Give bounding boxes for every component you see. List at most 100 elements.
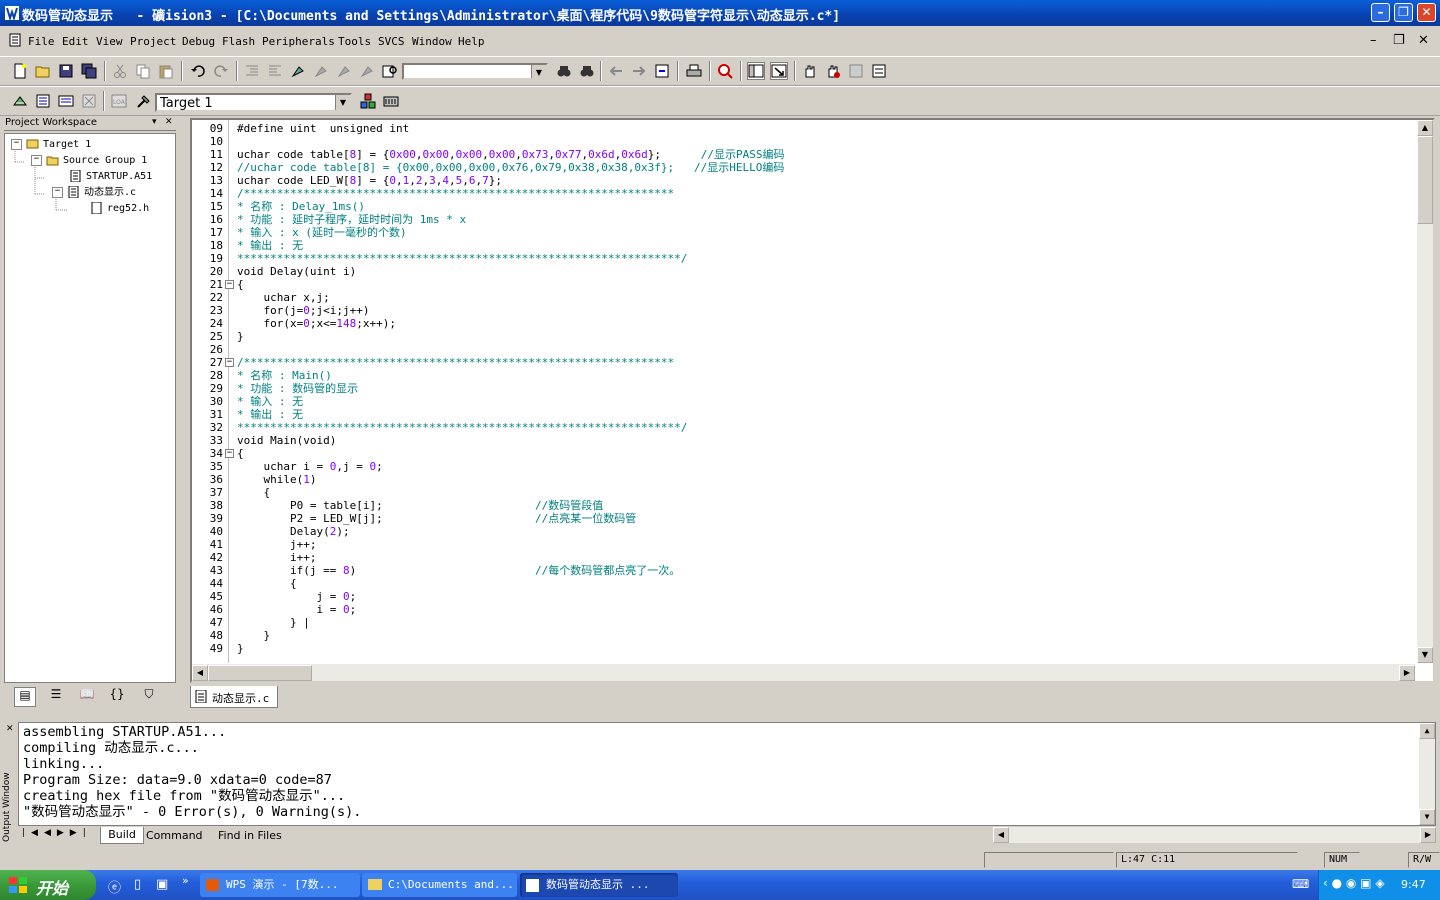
code-line[interactable]: 22 uchar x,j; <box>192 291 1412 304</box>
task-wps[interactable]: WPS 演示 - [7数... <box>200 873 360 897</box>
scroll-up-icon[interactable]: ▲ <box>1417 120 1433 136</box>
download-icon[interactable]: LOAD <box>111 93 127 109</box>
menu-edit[interactable]: Edit <box>62 35 89 48</box>
restore-button[interactable]: ❐ <box>1394 3 1413 22</box>
code-line[interactable]: 42 i++; <box>192 551 1412 564</box>
start-button[interactable]: 开始 <box>0 870 96 900</box>
code-line[interactable]: 27−/************************************… <box>192 356 1412 369</box>
tab-command[interactable]: Command <box>146 828 203 843</box>
code-line[interactable]: 34−{ <box>192 447 1412 460</box>
code-line[interactable]: 13 uchar code LED_W[8] = {0,1,2,3,4,5,6,7… <box>192 174 1412 187</box>
hand-run-icon[interactable] <box>825 63 841 79</box>
chevron-down-icon[interactable]: ▼ <box>531 65 546 78</box>
code-line[interactable]: 14 /*************************************… <box>192 187 1412 200</box>
code-line[interactable]: 46 i = 0; <box>192 603 1412 616</box>
find-icon[interactable] <box>556 63 572 79</box>
task-explorer[interactable]: C:\Documents and... <box>362 873 517 897</box>
bookmark-prev-icon[interactable] <box>336 63 352 79</box>
menu-file[interactable]: File <box>28 35 55 48</box>
pin-icon[interactable]: ▾ <box>152 117 157 127</box>
code-line[interactable]: 32 **************************************… <box>192 421 1412 434</box>
open-folder-icon[interactable] <box>35 63 51 79</box>
code-line[interactable]: 47 } | <box>192 616 1412 629</box>
fold-toggle-icon[interactable]: − <box>225 358 234 367</box>
indent-icon[interactable] <box>244 63 260 79</box>
code-line[interactable]: 25} <box>192 330 1412 343</box>
tree-item-source-group[interactable]: − Source Group 1 <box>31 154 147 168</box>
bookmark-clear-icon[interactable] <box>359 63 375 79</box>
target-select[interactable]: Target 1 ▼ <box>155 93 352 112</box>
cut-icon[interactable] <box>112 63 128 79</box>
horizontal-scroll-thumb[interactable] <box>208 665 312 681</box>
workspace-toggle-icon[interactable] <box>747 62 765 80</box>
output-horizontal-scrollbar[interactable]: ◀ ▶ <box>993 827 1436 843</box>
task-uvision[interactable]: 数码管动态显示 ... <box>520 873 678 897</box>
vertical-scrollbar[interactable]: ▲ ▼ <box>1417 120 1433 663</box>
unindent-icon[interactable] <box>267 63 283 79</box>
code-line[interactable]: 18 * 输出 : 无 <box>192 239 1412 252</box>
scroll-down-icon[interactable]: ▼ <box>1417 647 1433 663</box>
fold-toggle-icon[interactable]: − <box>225 449 234 458</box>
code-line[interactable]: 26 <box>192 343 1412 356</box>
back-arrow-icon[interactable] <box>608 63 624 79</box>
code-line[interactable]: 35 uchar i = 0,j = 0; <box>192 460 1412 473</box>
app-quicklaunch-icon[interactable]: ▣ <box>156 877 168 892</box>
menu-view[interactable]: View <box>96 35 123 48</box>
code-line[interactable]: 29 * 功能 : 数码管的显示 <box>192 382 1412 395</box>
doc-restore-button[interactable]: ❐ <box>1393 33 1405 48</box>
browse-icon[interactable] <box>654 63 670 79</box>
bookmark-next-icon[interactable] <box>313 63 329 79</box>
tab-build[interactable]: Build <box>100 827 144 844</box>
undo-icon[interactable] <box>190 63 206 79</box>
scroll-right-icon[interactable]: ▶ <box>1399 665 1415 681</box>
menu-help[interactable]: Help <box>458 35 485 48</box>
chevron-down-icon[interactable]: ▼ <box>335 95 350 110</box>
fold-toggle-icon[interactable]: − <box>225 280 234 289</box>
minimize-button[interactable]: – <box>1371 3 1390 22</box>
forward-arrow-icon[interactable] <box>631 63 647 79</box>
code-line[interactable]: 28 * 名称 : Main() <box>192 369 1412 382</box>
tree-toggle-icon[interactable]: − <box>11 138 22 150</box>
workspace-close-icon[interactable]: ✕ <box>165 117 173 127</box>
code-line[interactable]: 17 * 输入 : x (延时一毫秒的个数) <box>192 226 1412 239</box>
manage-books-icon[interactable] <box>383 93 399 109</box>
build-target-icon[interactable] <box>35 93 51 109</box>
menu-svcs[interactable]: SVCS <box>378 35 405 48</box>
horizontal-scrollbar[interactable]: ◀ ▶ <box>192 664 1415 681</box>
doc-close-button[interactable]: ✕ <box>1418 33 1429 48</box>
output-window-toggle-icon[interactable] <box>770 62 788 80</box>
find-in-files-icon[interactable] <box>382 63 398 79</box>
close-button[interactable]: ✕ <box>1417 3 1436 22</box>
code-line[interactable]: 43 if(j == 8) //每个数码管都点亮了一次。 <box>192 564 1412 577</box>
redo-icon[interactable] <box>213 63 229 79</box>
code-line[interactable]: 40 Delay(2); <box>192 525 1412 538</box>
books-tab-icon[interactable]: 📖 <box>77 687 97 705</box>
chevron-right-icon[interactable]: » <box>182 874 189 887</box>
tree-item-startup[interactable]: STARTUP.A51 <box>69 170 152 184</box>
code-editor[interactable]: 09 #define uint unsigned int 10 11 uchar cod… <box>190 118 1435 683</box>
code-line[interactable]: 16 * 功能 : 延时子程序，延时时间为 1ms * x <box>192 213 1412 226</box>
components-icon[interactable] <box>360 93 376 109</box>
print-icon[interactable] <box>686 63 702 79</box>
find-combo[interactable]: ▼ <box>402 63 548 80</box>
code-line[interactable]: 19 **************************************… <box>192 252 1412 265</box>
stop-build-icon[interactable] <box>81 93 97 109</box>
code-area[interactable]: 09 #define uint unsigned int 10 11 uchar cod… <box>192 120 1415 663</box>
debug-session-icon[interactable] <box>717 63 733 79</box>
doc-quicklaunch-icon[interactable]: ▯ <box>134 877 141 892</box>
code-line[interactable]: 10 <box>192 135 1412 148</box>
code-line[interactable]: 09 #define uint unsigned int <box>192 122 1412 135</box>
code-line[interactable]: 45 j = 0; <box>192 590 1412 603</box>
document-icon[interactable] <box>8 33 22 47</box>
output-scrollbar[interactable]: ▲ ▼ <box>1419 723 1435 825</box>
config-disabled-icon[interactable] <box>848 63 864 79</box>
menu-debug[interactable]: Debug <box>182 35 215 48</box>
code-line[interactable]: 21−{ <box>192 278 1412 291</box>
code-line[interactable]: 30 * 输入 : 无 <box>192 395 1412 408</box>
code-line[interactable]: 20 void Delay(uint i) <box>192 265 1412 278</box>
code-line[interactable]: 11 uchar code table[8] = {0x00,0x00,0x00,… <box>192 148 1412 161</box>
code-line[interactable]: 39 P2 = LED_W[j]; //点亮某一位数码管 <box>192 512 1412 525</box>
target-options-icon[interactable] <box>136 93 152 109</box>
keyboard-icon[interactable]: ⌨ <box>1292 877 1309 891</box>
menu-flash[interactable]: Flash <box>222 35 255 48</box>
